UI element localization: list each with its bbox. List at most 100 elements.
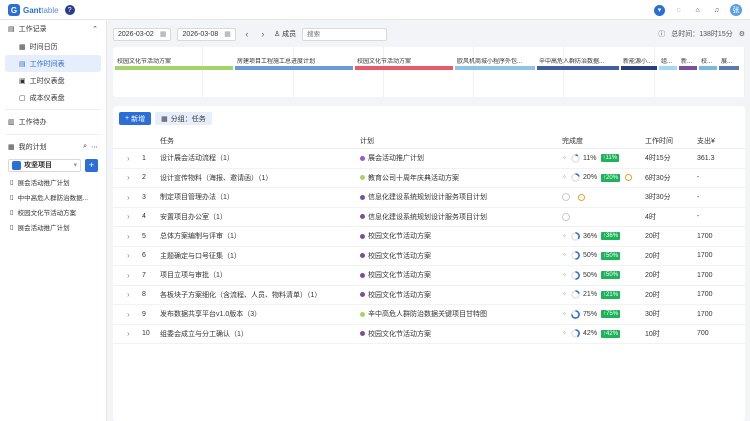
- header-plan[interactable]: 计划: [360, 133, 374, 148]
- table-row[interactable]: › 10 组委会成立与分工确认（1） 校园文化节活动方案 ⁘ 42% ↑42% 10时 700: [113, 325, 745, 344]
- progress-ring-empty: [562, 212, 570, 221]
- expand-row-button[interactable]: ›: [127, 208, 130, 227]
- plan-cell[interactable]: 信息化建设系统规划设计服务项目计划: [360, 188, 555, 207]
- search-icon[interactable]: ⌕: [83, 143, 87, 151]
- plan-item[interactable]: ▯ 校园文化节活动方案: [0, 204, 106, 219]
- search-input[interactable]: [302, 27, 388, 41]
- plan-cell[interactable]: 校园文化节活动方案: [360, 286, 555, 305]
- timeline-bar[interactable]: 新...: [679, 58, 697, 70]
- drag-handle-icon[interactable]: ⁘: [562, 330, 567, 337]
- more-icon[interactable]: ⋯: [91, 143, 98, 151]
- next-week-button[interactable]: ›: [258, 29, 268, 39]
- timeline-bar[interactable]: 展...: [719, 58, 739, 70]
- plan-item[interactable]: ▯ 展会活动推广计划: [0, 219, 106, 234]
- sidebar-item-timesheet[interactable]: ▤ 工作时间表: [5, 55, 101, 72]
- add-plan-button[interactable]: +: [85, 158, 98, 172]
- table-row[interactable]: › 3 制定项目管理办法（1） 信息化建设系统规划设计服务项目计划 3时30分 -: [113, 188, 745, 208]
- table-row[interactable]: › 1 设计展会活动流程（1） 展会活动推广计划 ⁘ 11% ↑11% 4时15分 361.3: [113, 149, 745, 169]
- expand-row-button[interactable]: ›: [127, 325, 130, 344]
- bell-icon[interactable]: ♫: [711, 5, 722, 16]
- expand-row-button[interactable]: ›: [127, 149, 130, 168]
- task-name[interactable]: 制定项目管理办法（1）: [160, 188, 355, 207]
- avatar[interactable]: 张: [730, 4, 742, 16]
- date-start-picker[interactable]: 2026-03-02 ▦: [113, 27, 172, 41]
- plan-cell[interactable]: 辛中高危人群防治数据关键项目甘特图: [360, 305, 555, 324]
- plan-cell[interactable]: 信息化建设系统规划设计服务项目计划: [360, 208, 555, 227]
- project-select[interactable]: 攻坚项目 ▾: [8, 158, 81, 172]
- plan-cell[interactable]: 校园文化节活动方案: [360, 227, 555, 246]
- expand-row-button[interactable]: ›: [127, 188, 130, 207]
- expand-row-button[interactable]: ›: [127, 227, 130, 246]
- table-row[interactable]: › 5 总体方案编制与评审（1） 校园文化节活动方案 ⁘ 36% ↑36% 20时 1700: [113, 227, 745, 247]
- drag-handle-icon[interactable]: ⁘: [562, 311, 567, 318]
- help-icon[interactable]: ?: [64, 5, 75, 15]
- message-icon[interactable]: ◌: [673, 5, 684, 16]
- plan-item[interactable]: ▯ 展会活动推广计划: [0, 174, 106, 189]
- task-name[interactable]: 各板块子方案细化（含流程、人员、物料清单）（1）: [160, 286, 355, 305]
- sidebar-item-hours-dashboard[interactable]: ▣ 工时仪表盘: [5, 72, 101, 89]
- group-by-button[interactable]: ▦ 分组：任务: [155, 112, 212, 125]
- chevron-down-icon[interactable]: ▾: [654, 4, 665, 16]
- settings-icon[interactable]: ⚙: [739, 30, 745, 38]
- date-end-picker[interactable]: 2026-03-08 ▦: [177, 27, 236, 41]
- timeline-bar[interactable]: 新能源小...: [621, 58, 657, 70]
- task-name[interactable]: 总体方案编制与评审（1）: [160, 227, 355, 246]
- timeline-bar[interactable]: 校...: [699, 58, 717, 70]
- table-row[interactable]: › 6 主题确定与口号征集（1） 校园文化节活动方案 ⁘ 50% ↑50% 20时 1700: [113, 247, 745, 266]
- prev-week-button[interactable]: ‹: [242, 29, 252, 39]
- table-row[interactable]: › 2 设计宣传物料（海报、邀请函）（1） 教育公司十周年庆典活动方案 ⁘ 20% ↑20%…: [113, 169, 745, 188]
- table-row[interactable]: › 8 各板块子方案细化（含流程、人员、物料清单）（1） 校园文化节活动方案 ⁘ 21% ↑…: [113, 286, 745, 305]
- sidebar-item-cost-dashboard[interactable]: ▢ 成本仪表盘: [5, 89, 101, 106]
- task-name[interactable]: 主题确定与口号征集（1）: [160, 247, 355, 266]
- progress-value: 36%: [583, 232, 598, 240]
- help-circle-icon[interactable]: ⓘ: [658, 29, 665, 39]
- drag-handle-icon[interactable]: ⁘: [562, 174, 567, 181]
- drag-handle-icon[interactable]: ⁘: [562, 291, 567, 298]
- logo[interactable]: G Ganttable ?: [8, 4, 75, 16]
- expand-row-button[interactable]: ›: [127, 247, 130, 266]
- gift-icon[interactable]: ⌂: [692, 5, 703, 16]
- header-progress[interactable]: 完成度: [562, 133, 583, 148]
- progress-badge: ↑50%: [601, 251, 621, 260]
- header-work-time[interactable]: 工作时间: [645, 133, 673, 148]
- plan-cell[interactable]: 展会活动推广计划: [360, 149, 555, 168]
- sidebar-section-todo[interactable]: ▥ 工作待办: [0, 113, 106, 131]
- task-name[interactable]: 安置项目办公室（1）: [160, 208, 355, 227]
- drag-handle-icon[interactable]: ⁘: [562, 272, 567, 279]
- plan-cell[interactable]: 校园文化节活动方案: [360, 247, 555, 266]
- drag-handle-icon[interactable]: ⁘: [562, 155, 567, 162]
- sidebar-section-my-plans: ▦ 我的计划 ⌕ ⋯: [0, 138, 106, 156]
- plan-cell[interactable]: 校园文化节活动方案: [360, 266, 555, 285]
- timeline-bar[interactable]: 校园文化节活动方案: [115, 58, 233, 70]
- table-row[interactable]: › 7 项目立项与审批（1） 校园文化节活动方案 ⁘ 50% ↑50% 20时 1700: [113, 266, 745, 286]
- drag-handle-icon[interactable]: ⁘: [562, 252, 567, 259]
- expand-row-button[interactable]: ›: [127, 305, 130, 324]
- task-name[interactable]: 设计展会活动流程（1）: [160, 149, 355, 168]
- timeline-bar[interactable]: 组...: [659, 58, 677, 70]
- task-name[interactable]: 设计宣传物料（海报、邀请函）（1）: [160, 169, 355, 188]
- task-name[interactable]: 项目立项与审批（1）: [160, 266, 355, 285]
- task-name[interactable]: 组委会成立与分工确认（1）: [160, 325, 355, 344]
- timeline-bar[interactable]: 房建项目工程施工总进度计划: [235, 58, 353, 70]
- plan-cell[interactable]: 校园文化节活动方案: [360, 325, 555, 344]
- timeline-bar-label: 校园文化节活动方案: [357, 59, 412, 65]
- plan-item[interactable]: ▯ 中中高危人群防治数据...: [0, 189, 106, 204]
- table-row[interactable]: › 9 发布数据共享平台v1.0版本（3） 辛中高危人群防治数据关键项目甘特图 ⁘ 75%…: [113, 305, 745, 325]
- drag-handle-icon[interactable]: ⁘: [562, 233, 567, 240]
- expand-row-button[interactable]: ›: [127, 286, 130, 305]
- header-cost[interactable]: 支出¥: [697, 133, 715, 148]
- table-row[interactable]: › 4 安置项目办公室（1） 信息化建设系统规划设计服务项目计划 4时 -: [113, 208, 745, 227]
- expand-row-button[interactable]: ›: [127, 169, 130, 188]
- sidebar-item-calendar[interactable]: ▦ 时间日历: [5, 38, 101, 55]
- member-filter[interactable]: ♙ 成员: [274, 29, 296, 39]
- timeline-bar[interactable]: 欧风机商城小程序外包...: [455, 58, 535, 70]
- chevron-right-icon: ›: [127, 173, 130, 183]
- sidebar-section-work-log[interactable]: ▤ 工作记录 ⌃: [0, 20, 106, 38]
- header-task[interactable]: 任务: [160, 133, 174, 148]
- timeline-bar[interactable]: 校园文化节活动方案: [355, 58, 453, 70]
- timeline-bar[interactable]: 辛中高危人群防治数据...: [537, 58, 619, 70]
- add-button[interactable]: + 新增: [119, 112, 152, 125]
- expand-row-button[interactable]: ›: [127, 266, 130, 285]
- plan-cell[interactable]: 教育公司十周年庆典活动方案: [360, 169, 555, 188]
- task-name[interactable]: 发布数据共享平台v1.0版本（3）: [160, 305, 355, 324]
